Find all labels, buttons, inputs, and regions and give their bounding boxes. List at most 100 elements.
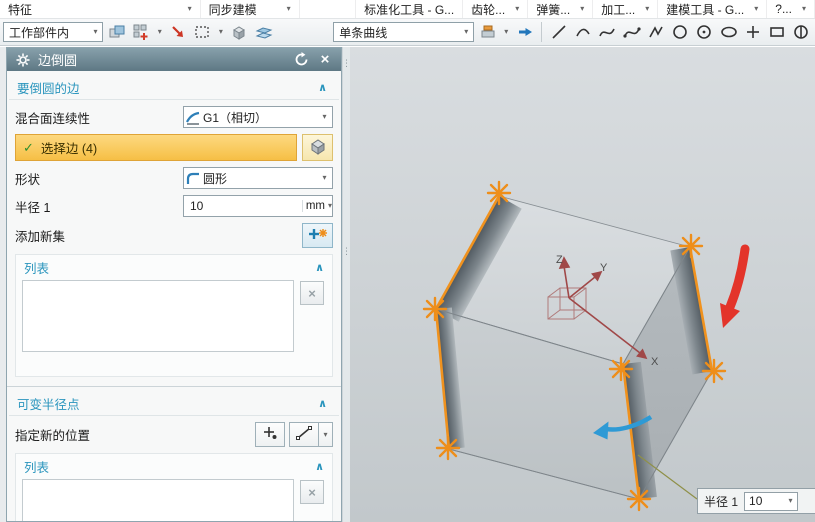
menu-tab-spring[interactable]: 弹簧... ▾ bbox=[528, 0, 594, 18]
work-part-scope-value: 工作部件内 bbox=[9, 25, 70, 40]
menu-tab-machining[interactable]: 加工... ▾ bbox=[593, 0, 659, 18]
add-new-set-button[interactable] bbox=[302, 223, 333, 248]
caret-down-icon[interactable]: ▾ bbox=[784, 497, 797, 505]
ellipse-icon[interactable] bbox=[718, 21, 739, 43]
helix-icon[interactable] bbox=[791, 21, 812, 43]
reset-icon[interactable] bbox=[292, 51, 310, 69]
studio-spline-icon[interactable] bbox=[621, 21, 642, 43]
caret-down-icon[interactable]: ▾ bbox=[501, 28, 511, 36]
select-edge-field[interactable]: ✓ 选择边 (4) bbox=[15, 134, 297, 161]
point-on-curve-button[interactable] bbox=[289, 422, 319, 447]
caret-down-icon[interactable]: ▾ bbox=[319, 422, 333, 447]
variable-radius-list-box[interactable] bbox=[22, 479, 294, 521]
solid-body-icon[interactable] bbox=[229, 21, 250, 43]
menu-tab-standard-tools[interactable]: 标准化工具 - G... bbox=[356, 0, 464, 18]
overlay-radius-input[interactable]: 10 ▾ bbox=[744, 491, 799, 511]
forming-tool-icon[interactable] bbox=[477, 21, 498, 43]
shape-value: 圆形 bbox=[203, 171, 228, 186]
caret-down-icon[interactable]: ▾ bbox=[216, 28, 226, 36]
panel-gutter[interactable]: ⋮ ⋮ bbox=[342, 47, 351, 522]
axis-label-z: Z bbox=[556, 254, 563, 266]
caret-down-icon: ▾ bbox=[801, 4, 806, 13]
chevron-up-icon[interactable]: ∧ bbox=[315, 460, 324, 473]
caret-down-icon: ▾ bbox=[322, 173, 327, 182]
circle-center-icon[interactable] bbox=[694, 21, 715, 43]
viewport-canvas[interactable]: Z Y X bbox=[350, 47, 815, 522]
selection-filter-icon[interactable] bbox=[192, 21, 213, 43]
remove-list-item-button[interactable]: × bbox=[300, 480, 324, 504]
caret-down-icon: ▾ bbox=[322, 112, 327, 121]
overlay-radius-value[interactable]: 10 bbox=[745, 494, 784, 508]
section-title: 要倒圆的边 bbox=[17, 82, 80, 96]
radius-point-marker bbox=[486, 180, 512, 206]
section-divider bbox=[7, 386, 341, 387]
caret-down-icon: ▾ bbox=[286, 4, 291, 13]
circle-icon[interactable] bbox=[670, 21, 691, 43]
cube-icon bbox=[308, 136, 328, 159]
polyline-icon[interactable] bbox=[645, 21, 666, 43]
axis-label-y: Y bbox=[600, 262, 608, 274]
dialog-titlebar[interactable]: 边倒圆 × bbox=[7, 48, 341, 71]
rectangle-icon[interactable] bbox=[766, 21, 787, 43]
curve-rule-value: 单条曲线 bbox=[339, 25, 388, 40]
linked-body-icon[interactable] bbox=[106, 21, 127, 43]
radius-value[interactable]: 10 bbox=[184, 199, 302, 213]
chevron-up-icon[interactable]: ∧ bbox=[318, 397, 327, 410]
menu-tab-help[interactable]: ?... ▾ bbox=[767, 0, 815, 18]
line-point-icon bbox=[295, 425, 313, 444]
continuity-label: 混合面连续性 bbox=[15, 111, 91, 126]
menubar: 特征 ▾ 同步建模 ▾ 标准化工具 - G... 齿轮... ▾ 弹簧... ▾… bbox=[0, 0, 815, 19]
overlay-radius-label: 半径 1 bbox=[704, 494, 739, 509]
remove-list-item-button[interactable]: × bbox=[300, 281, 324, 305]
list-header: 列表 ∧ bbox=[16, 454, 332, 479]
toolbar-separator bbox=[541, 22, 543, 42]
arc-icon[interactable] bbox=[573, 21, 594, 43]
caret-down-icon[interactable]: ▾ bbox=[155, 28, 165, 36]
line-icon[interactable] bbox=[548, 21, 569, 43]
menu-tab-label: 建模工具 - G... bbox=[666, 2, 745, 17]
shape-dropdown[interactable]: 圆形 ▾ bbox=[183, 167, 333, 189]
edge-list-group: 列表 ∧ × bbox=[15, 254, 333, 377]
point-dialog-button[interactable] bbox=[302, 134, 333, 161]
menu-tab-modeling-tools[interactable]: 建模工具 - G... ▾ bbox=[658, 0, 768, 18]
viewport-3d[interactable]: Z Y X 半径 1 10 ▾ bbox=[350, 47, 815, 522]
g1-tangent-icon bbox=[184, 110, 203, 125]
section-variable-radius: 可变半径点 ∧ bbox=[9, 391, 339, 416]
add-new-set-label: 添加新集 bbox=[15, 230, 66, 244]
continuity-dropdown[interactable]: G1（相切） ▾ bbox=[183, 106, 333, 128]
menu-tab-synchronous-modeling[interactable]: 同步建模 ▾ bbox=[201, 0, 300, 18]
edge-blend-dialog: 边倒圆 × 要倒圆的边 ∧ 混合面连续性 G1（相切） ▾ ✓ 选择边 (4) … bbox=[6, 47, 342, 522]
list-label: 列表 bbox=[24, 461, 50, 475]
add-pattern-icon[interactable] bbox=[131, 21, 152, 43]
chevron-up-icon[interactable]: ∧ bbox=[318, 81, 327, 94]
check-icon: ✓ bbox=[23, 139, 34, 155]
menu-tab-gear[interactable]: 齿轮... ▾ bbox=[463, 0, 529, 18]
radius-input[interactable]: 10 mm ▾ bbox=[183, 195, 333, 217]
sheet-body-icon[interactable] bbox=[253, 21, 274, 43]
caret-down-icon: ▾ bbox=[645, 4, 650, 13]
continuity-value: G1（相切） bbox=[203, 110, 268, 125]
close-icon[interactable]: × bbox=[316, 51, 334, 69]
spline-icon[interactable] bbox=[597, 21, 618, 43]
point-constructor-button[interactable] bbox=[255, 422, 285, 447]
toolbar: 工作部件内 ▾ ▾ ▾ 单条曲线 ▾ ▾ bbox=[0, 19, 815, 46]
edge-list-box[interactable] bbox=[22, 280, 294, 352]
list-row: × bbox=[16, 280, 332, 352]
direction-arrow-icon[interactable] bbox=[514, 21, 535, 43]
radius-point-marker bbox=[678, 233, 704, 259]
shape-row: 形状 圆形 ▾ bbox=[7, 167, 341, 189]
main-area: 边倒圆 × 要倒圆的边 ∧ 混合面连续性 G1（相切） ▾ ✓ 选择边 (4) … bbox=[0, 47, 815, 522]
menu-tab-label: ?... bbox=[775, 2, 792, 16]
caret-down-icon[interactable]: ▾ bbox=[328, 202, 332, 210]
work-part-scope-combo[interactable]: 工作部件内 ▾ bbox=[3, 22, 104, 42]
menu-tab-label: 加工... bbox=[601, 2, 636, 17]
radius-label: 半径 1 bbox=[15, 200, 51, 215]
menu-tab-label: 特征 bbox=[8, 2, 33, 17]
chevron-up-icon[interactable]: ∧ bbox=[315, 261, 324, 274]
radius-row: 半径 1 10 mm ▾ bbox=[7, 195, 341, 217]
menu-tab-feature[interactable]: 特征 ▾ bbox=[0, 0, 201, 18]
point-icon[interactable] bbox=[742, 21, 763, 43]
variable-radius-list-group: 列表 ∧ × bbox=[15, 453, 333, 521]
promote-arrow-icon[interactable] bbox=[168, 21, 189, 43]
curve-rule-combo[interactable]: 单条曲线 ▾ bbox=[333, 22, 475, 42]
